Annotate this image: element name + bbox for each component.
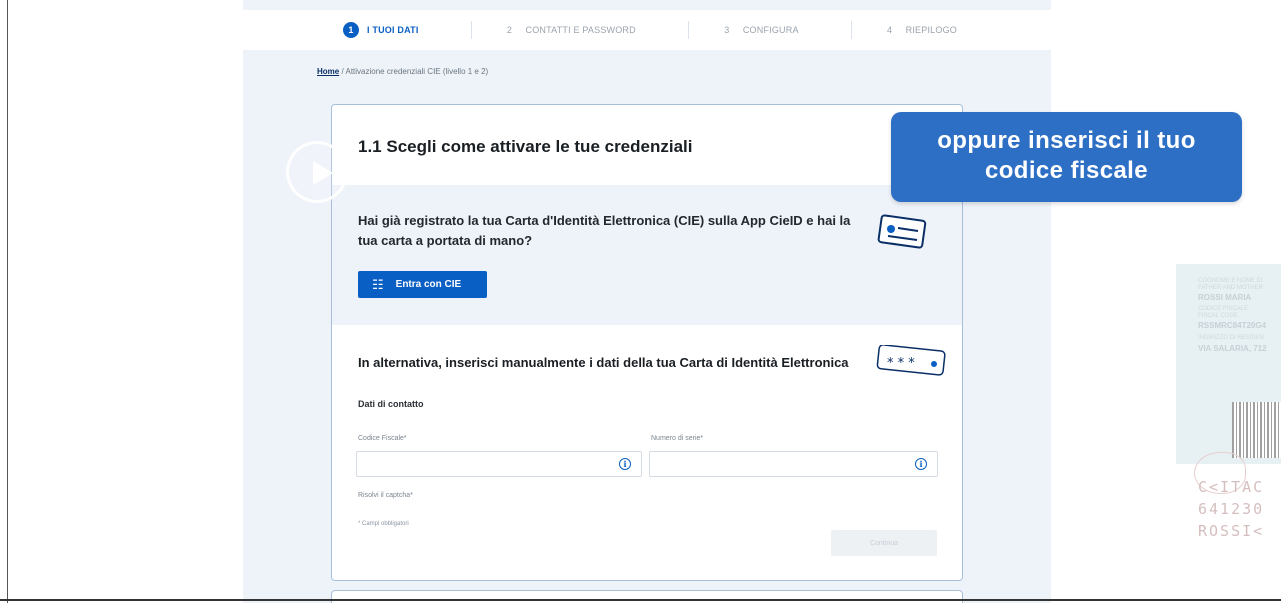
breadcrumb-home-link[interactable]: Home bbox=[317, 67, 339, 76]
fiscal-code-input[interactable]: i bbox=[356, 451, 642, 477]
id-card-label: FATHER AND MOTHER bbox=[1198, 285, 1263, 291]
step-divider bbox=[850, 21, 852, 39]
id-card-label: COGNOME E NOME DI bbox=[1198, 278, 1263, 284]
play-icon[interactable] bbox=[286, 141, 348, 203]
manual-entry-title: In alternativa, inserisci manualmente i … bbox=[358, 355, 849, 370]
serial-number-label: Numero di serie* bbox=[651, 435, 704, 442]
id-card-address: VIA SALARIA, 712 bbox=[1198, 344, 1267, 353]
next-card bbox=[331, 590, 963, 603]
step-3-label: CONFIGURA bbox=[742, 25, 799, 35]
mrz-line-2: 641230 bbox=[1198, 500, 1265, 518]
progress-stepper: 1 I TUOI DATI 2 CONTATTI E PASSWORD 3 CO… bbox=[243, 10, 1051, 50]
activation-card: 1.1 Scegli come attivare le tue credenzi… bbox=[331, 104, 963, 581]
bottom-frame-border bbox=[0, 599, 1281, 601]
contact-data-heading: Dati di contatto bbox=[358, 399, 424, 409]
step-4-label: RIEPILOGO bbox=[905, 25, 957, 35]
enter-with-cie-button[interactable]: ☷ Entra con CIE bbox=[358, 271, 487, 298]
left-frame-border bbox=[0, 0, 8, 603]
cie-question: Hai già registrato la tua Carta d'Identi… bbox=[358, 213, 851, 248]
pin-card-icon: * * * bbox=[876, 345, 946, 376]
id-card-name: ROSSI MARIA bbox=[1198, 293, 1252, 302]
step-2-number: 2 bbox=[506, 25, 513, 35]
page-title: 1.1 Scegli come attivare le tue credenzi… bbox=[358, 137, 693, 156]
serial-number-input[interactable]: i bbox=[649, 451, 938, 477]
id-card-icon bbox=[877, 214, 927, 249]
step-4-number: 4 bbox=[887, 25, 893, 35]
info-icon[interactable]: i bbox=[619, 458, 631, 470]
cie-card-icon: ☷ bbox=[372, 276, 384, 292]
step-4[interactable]: 4 RIEPILOGO bbox=[882, 22, 957, 38]
mrz-line-3: ROSSI< bbox=[1198, 522, 1265, 540]
step-1-number: 1 bbox=[343, 22, 359, 38]
continue-button[interactable]: Continua bbox=[831, 530, 937, 556]
mrz-line-1: C<ITAC bbox=[1198, 478, 1265, 496]
step-3-number: 3 bbox=[724, 25, 730, 35]
video-frame: 1 I TUOI DATI 2 CONTATTI E PASSWORD 3 CO… bbox=[0, 0, 1281, 603]
id-card-label: FISCAL CODE bbox=[1198, 313, 1238, 319]
step-1[interactable]: 1 I TUOI DATI bbox=[343, 22, 419, 38]
breadcrumb-separator: / bbox=[341, 67, 344, 76]
captcha-label: Risolvi il captcha* bbox=[358, 492, 413, 499]
breadcrumb: Home / Attivazione credenziali CIE (live… bbox=[317, 67, 488, 76]
required-fields-note: * Campi obbligatori bbox=[358, 521, 409, 527]
enter-with-cie-label: Entra con CIE bbox=[395, 279, 462, 290]
id-card-fiscal-code: RSSMRC84T20G4 bbox=[1198, 321, 1267, 330]
id-card-image: COGNOME E NOME DI FATHER AND MOTHER ROSS… bbox=[1176, 264, 1281, 564]
step-divider bbox=[687, 21, 689, 39]
svg-text:* * *: * * * bbox=[887, 356, 915, 371]
caption-line-1: oppure inserisci il tuo bbox=[937, 127, 1196, 154]
cie-login-section: Hai già registrato la tua Carta d'Identi… bbox=[332, 185, 962, 325]
barcode bbox=[1232, 402, 1281, 458]
overlay-caption: oppure inserisci il tuo codice fiscale bbox=[891, 112, 1242, 202]
caption-line-2: codice fiscale bbox=[984, 157, 1149, 184]
step-2-label: CONTATTI E PASSWORD bbox=[525, 25, 636, 35]
id-card-label: INDIRIZZO DI RESIDEN bbox=[1198, 335, 1265, 341]
breadcrumb-current: Attivazione credenziali CIE (livello 1 e… bbox=[345, 67, 489, 76]
step-3[interactable]: 3 CONFIGURA bbox=[719, 22, 799, 38]
id-card-label: CODICE FISCALE bbox=[1198, 306, 1249, 312]
info-icon[interactable]: i bbox=[915, 458, 927, 470]
fiscal-code-label: Codice Fiscale* bbox=[358, 435, 407, 442]
step-2[interactable]: 2 CONTATTI E PASSWORD bbox=[502, 22, 636, 38]
step-divider bbox=[470, 21, 472, 39]
step-1-label: I TUOI DATI bbox=[367, 25, 419, 35]
